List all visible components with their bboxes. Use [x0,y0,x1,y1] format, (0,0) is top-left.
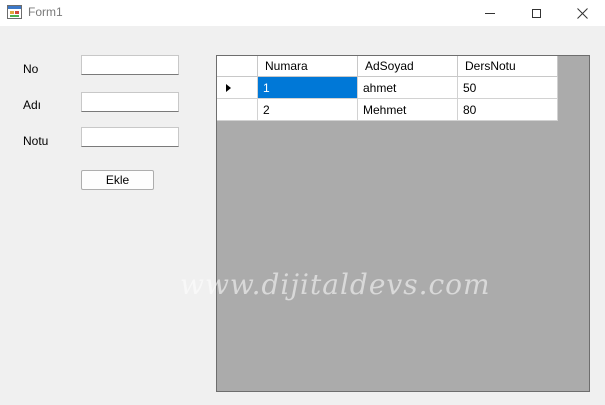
minimize-button[interactable] [467,0,513,26]
grid-cell-numara[interactable]: 2 [258,99,358,121]
data-grid[interactable]: Numara AdSoyad DersNotu 1 ahmet 50 2 Meh… [216,55,590,392]
current-row-arrow-icon [225,83,231,92]
table-row[interactable]: 1 ahmet 50 [217,77,558,99]
grid-cell-dersnotu[interactable]: 80 [458,99,558,121]
minimize-icon [485,12,495,14]
grade-label: Notu [23,134,49,148]
maximize-button[interactable] [513,0,559,26]
grid-header-row: Numara AdSoyad DersNotu [217,56,558,77]
no-label: No [23,62,39,76]
name-input[interactable] [81,92,179,112]
column-header-dersnotu[interactable]: DersNotu [458,56,558,77]
no-input[interactable] [81,55,179,75]
grid-cell-adsoyad[interactable]: ahmet [358,77,458,99]
column-header-adsoyad[interactable]: AdSoyad [358,56,458,77]
grid-corner-header[interactable] [217,56,258,77]
form-icon [7,5,22,19]
grid-cell-adsoyad[interactable]: Mehmet [358,99,458,121]
name-label: Adı [23,98,42,112]
grid-cell-dersnotu[interactable]: 50 [458,77,558,99]
table-row[interactable]: 2 Mehmet 80 [217,99,558,121]
watermark-text: www.dijitaldevs.com [180,268,491,301]
add-button[interactable]: Ekle [81,170,154,190]
close-button[interactable] [559,0,605,26]
grade-input[interactable] [81,127,179,147]
window-title: Form1 [28,5,63,19]
row-header[interactable] [217,99,258,121]
close-icon [576,7,588,19]
grid-cell-numara[interactable]: 1 [258,77,358,99]
maximize-icon [531,8,541,18]
column-header-numara[interactable]: Numara [258,56,358,77]
row-header-current[interactable] [217,77,258,99]
title-bar[interactable]: Form1 [0,0,605,26]
